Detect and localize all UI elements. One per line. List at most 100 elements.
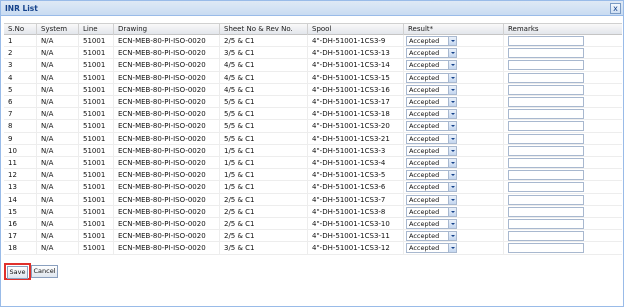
- remarks-input[interactable]: [508, 60, 584, 71]
- chevron-down-icon[interactable]: [448, 134, 456, 143]
- remarks-input[interactable]: [508, 158, 584, 168]
- chevron-down-icon[interactable]: [448, 85, 456, 94]
- remarks-input[interactable]: [508, 36, 584, 46]
- cell-system: N/A: [37, 218, 79, 230]
- table-row[interactable]: 2 N/A 51001 ECN-MEB-80-PI-ISO-0020 3/5 & C1 4…: [4, 47, 622, 60]
- result-select[interactable]: Accepted: [406, 121, 457, 132]
- table-row[interactable]: 3 N/A 51001 ECN-MEB-80-PI-ISO-0020 4/5 & C1 4…: [4, 59, 622, 72]
- cell-sno: 18: [4, 242, 37, 255]
- table-row[interactable]: 5 N/A 51001 ECN-MEB-80-PI-ISO-0020 4/5 & C1 4…: [4, 83, 622, 96]
- result-select[interactable]: Accepted: [406, 84, 457, 95]
- result-select[interactable]: Accepted: [406, 231, 457, 242]
- chevron-down-icon[interactable]: [448, 73, 456, 82]
- column-header-sheet[interactable]: Sheet No & Rev No.: [220, 24, 308, 35]
- chevron-down-icon[interactable]: [448, 220, 456, 228]
- cell-remarks: [504, 72, 622, 84]
- column-header-sno[interactable]: S.No: [4, 24, 37, 35]
- chevron-down-icon[interactable]: [448, 244, 456, 253]
- remarks-input[interactable]: [508, 48, 584, 59]
- cell-remarks: [504, 47, 622, 59]
- remarks-input[interactable]: [508, 231, 584, 242]
- result-select[interactable]: Accepted: [406, 60, 457, 71]
- table-row[interactable]: 11 N/A 51001 ECN-MEB-80-PI-ISO-0020 1/5 & C1…: [4, 157, 622, 170]
- cell-sno: 2: [4, 47, 37, 60]
- remarks-input[interactable]: [508, 243, 584, 254]
- table-row[interactable]: 14 N/A 51001 ECN-MEB-80-PI-ISO-0020 2/5 & C1…: [4, 193, 622, 206]
- result-select[interactable]: Accepted: [406, 48, 457, 59]
- chevron-down-icon[interactable]: [448, 110, 456, 119]
- result-select[interactable]: Accepted: [406, 158, 457, 168]
- table-row[interactable]: 17 N/A 51001 ECN-MEB-80-PI-ISO-0020 2/5 & C1…: [4, 230, 622, 243]
- cell-spool: 4"-DH-51001-1CS3-6: [308, 181, 404, 194]
- table-row[interactable]: 18 N/A 51001 ECN-MEB-80-PI-ISO-0020 3/5 & C1…: [4, 242, 622, 255]
- result-select[interactable]: Accepted: [406, 133, 457, 144]
- chevron-down-icon[interactable]: [448, 207, 456, 216]
- result-select[interactable]: Accepted: [406, 194, 457, 205]
- chevron-down-icon[interactable]: [448, 195, 456, 204]
- result-select-value: Accepted: [409, 220, 440, 228]
- table-row[interactable]: 13 N/A 51001 ECN-MEB-80-PI-ISO-0020 1/5 & C1…: [4, 181, 622, 194]
- table-row[interactable]: 9 N/A 51001 ECN-MEB-80-PI-ISO-0020 5/5 & C1 4…: [4, 132, 622, 145]
- result-select[interactable]: Accepted: [406, 97, 457, 107]
- result-select[interactable]: Accepted: [406, 206, 457, 217]
- remarks-input[interactable]: [508, 121, 584, 132]
- column-header-result[interactable]: Result*: [404, 24, 504, 35]
- table-row[interactable]: 12 N/A 51001 ECN-MEB-80-PI-ISO-0020 1/5 & C1…: [4, 169, 622, 182]
- cell-spool: 4"-DH-51001-1CS3-20: [308, 120, 404, 133]
- column-header-remarks[interactable]: Remarks: [504, 24, 622, 35]
- table-row[interactable]: 1 N/A 51001 ECN-MEB-80-PI-ISO-0020 2/5 & C1 4…: [4, 35, 622, 48]
- result-select[interactable]: Accepted: [406, 145, 457, 156]
- result-select[interactable]: Accepted: [406, 170, 457, 181]
- save-button[interactable]: Save: [7, 266, 28, 279]
- remarks-input[interactable]: [508, 206, 584, 217]
- chevron-down-icon[interactable]: [448, 49, 456, 58]
- cell-drawing: ECN-MEB-80-PI-ISO-0020: [114, 96, 220, 108]
- column-header-system[interactable]: System: [37, 24, 79, 35]
- table-row[interactable]: 7 N/A 51001 ECN-MEB-80-PI-ISO-0020 5/5 & C1 4…: [4, 108, 622, 121]
- table-row[interactable]: 10 N/A 51001 ECN-MEB-80-PI-ISO-0020 1/5 & C1…: [4, 144, 622, 157]
- remarks-input[interactable]: [508, 145, 584, 156]
- remarks-input[interactable]: [508, 84, 584, 95]
- cell-result: Accepted: [404, 181, 504, 194]
- table-row[interactable]: 15 N/A 51001 ECN-MEB-80-PI-ISO-0020 2/5 & C1…: [4, 205, 622, 218]
- remarks-input[interactable]: [508, 170, 584, 181]
- cell-result: Accepted: [404, 205, 504, 218]
- cell-result: Accepted: [404, 242, 504, 255]
- chevron-down-icon[interactable]: [448, 171, 456, 180]
- table-row[interactable]: 6 N/A 51001 ECN-MEB-80-PI-ISO-0020 5/5 & C1 4…: [4, 96, 622, 109]
- chevron-down-icon[interactable]: [448, 122, 456, 131]
- remarks-input[interactable]: [508, 109, 584, 120]
- column-header-drawing[interactable]: Drawing: [114, 24, 220, 35]
- chevron-down-icon[interactable]: [448, 146, 456, 155]
- cell-sno: 6: [4, 96, 37, 108]
- remarks-input[interactable]: [508, 219, 584, 229]
- cancel-button[interactable]: Cancel: [31, 265, 58, 278]
- cell-remarks: [504, 84, 622, 96]
- chevron-down-icon[interactable]: [448, 232, 456, 241]
- chevron-down-icon[interactable]: [448, 98, 456, 106]
- column-header-line[interactable]: Line: [79, 24, 114, 35]
- close-icon[interactable]: x: [610, 3, 621, 14]
- result-select[interactable]: Accepted: [406, 109, 457, 120]
- result-select[interactable]: Accepted: [406, 182, 457, 193]
- cell-sheet: 2/5 & C1: [220, 230, 308, 243]
- table-row[interactable]: 16 N/A 51001 ECN-MEB-80-PI-ISO-0020 2/5 & C1…: [4, 218, 622, 231]
- cell-spool: 4"-DH-51001-1CS3-5: [308, 169, 404, 182]
- result-select[interactable]: Accepted: [406, 72, 457, 83]
- result-select[interactable]: Accepted: [406, 243, 457, 254]
- cell-system: N/A: [37, 205, 79, 218]
- remarks-input[interactable]: [508, 194, 584, 205]
- result-select[interactable]: Accepted: [406, 219, 457, 229]
- table-row[interactable]: 8 N/A 51001 ECN-MEB-80-PI-ISO-0020 5/5 & C1 4…: [4, 120, 622, 133]
- remarks-input[interactable]: [508, 72, 584, 83]
- result-select[interactable]: Accepted: [406, 36, 457, 46]
- chevron-down-icon[interactable]: [448, 61, 456, 70]
- column-header-spool[interactable]: Spool: [308, 24, 404, 35]
- remarks-input[interactable]: [508, 133, 584, 144]
- chevron-down-icon[interactable]: [448, 37, 456, 45]
- chevron-down-icon[interactable]: [448, 183, 456, 192]
- table-row[interactable]: 4 N/A 51001 ECN-MEB-80-PI-ISO-0020 4/5 & C1 4…: [4, 71, 622, 84]
- chevron-down-icon[interactable]: [448, 159, 456, 167]
- remarks-input[interactable]: [508, 97, 584, 107]
- remarks-input[interactable]: [508, 182, 584, 193]
